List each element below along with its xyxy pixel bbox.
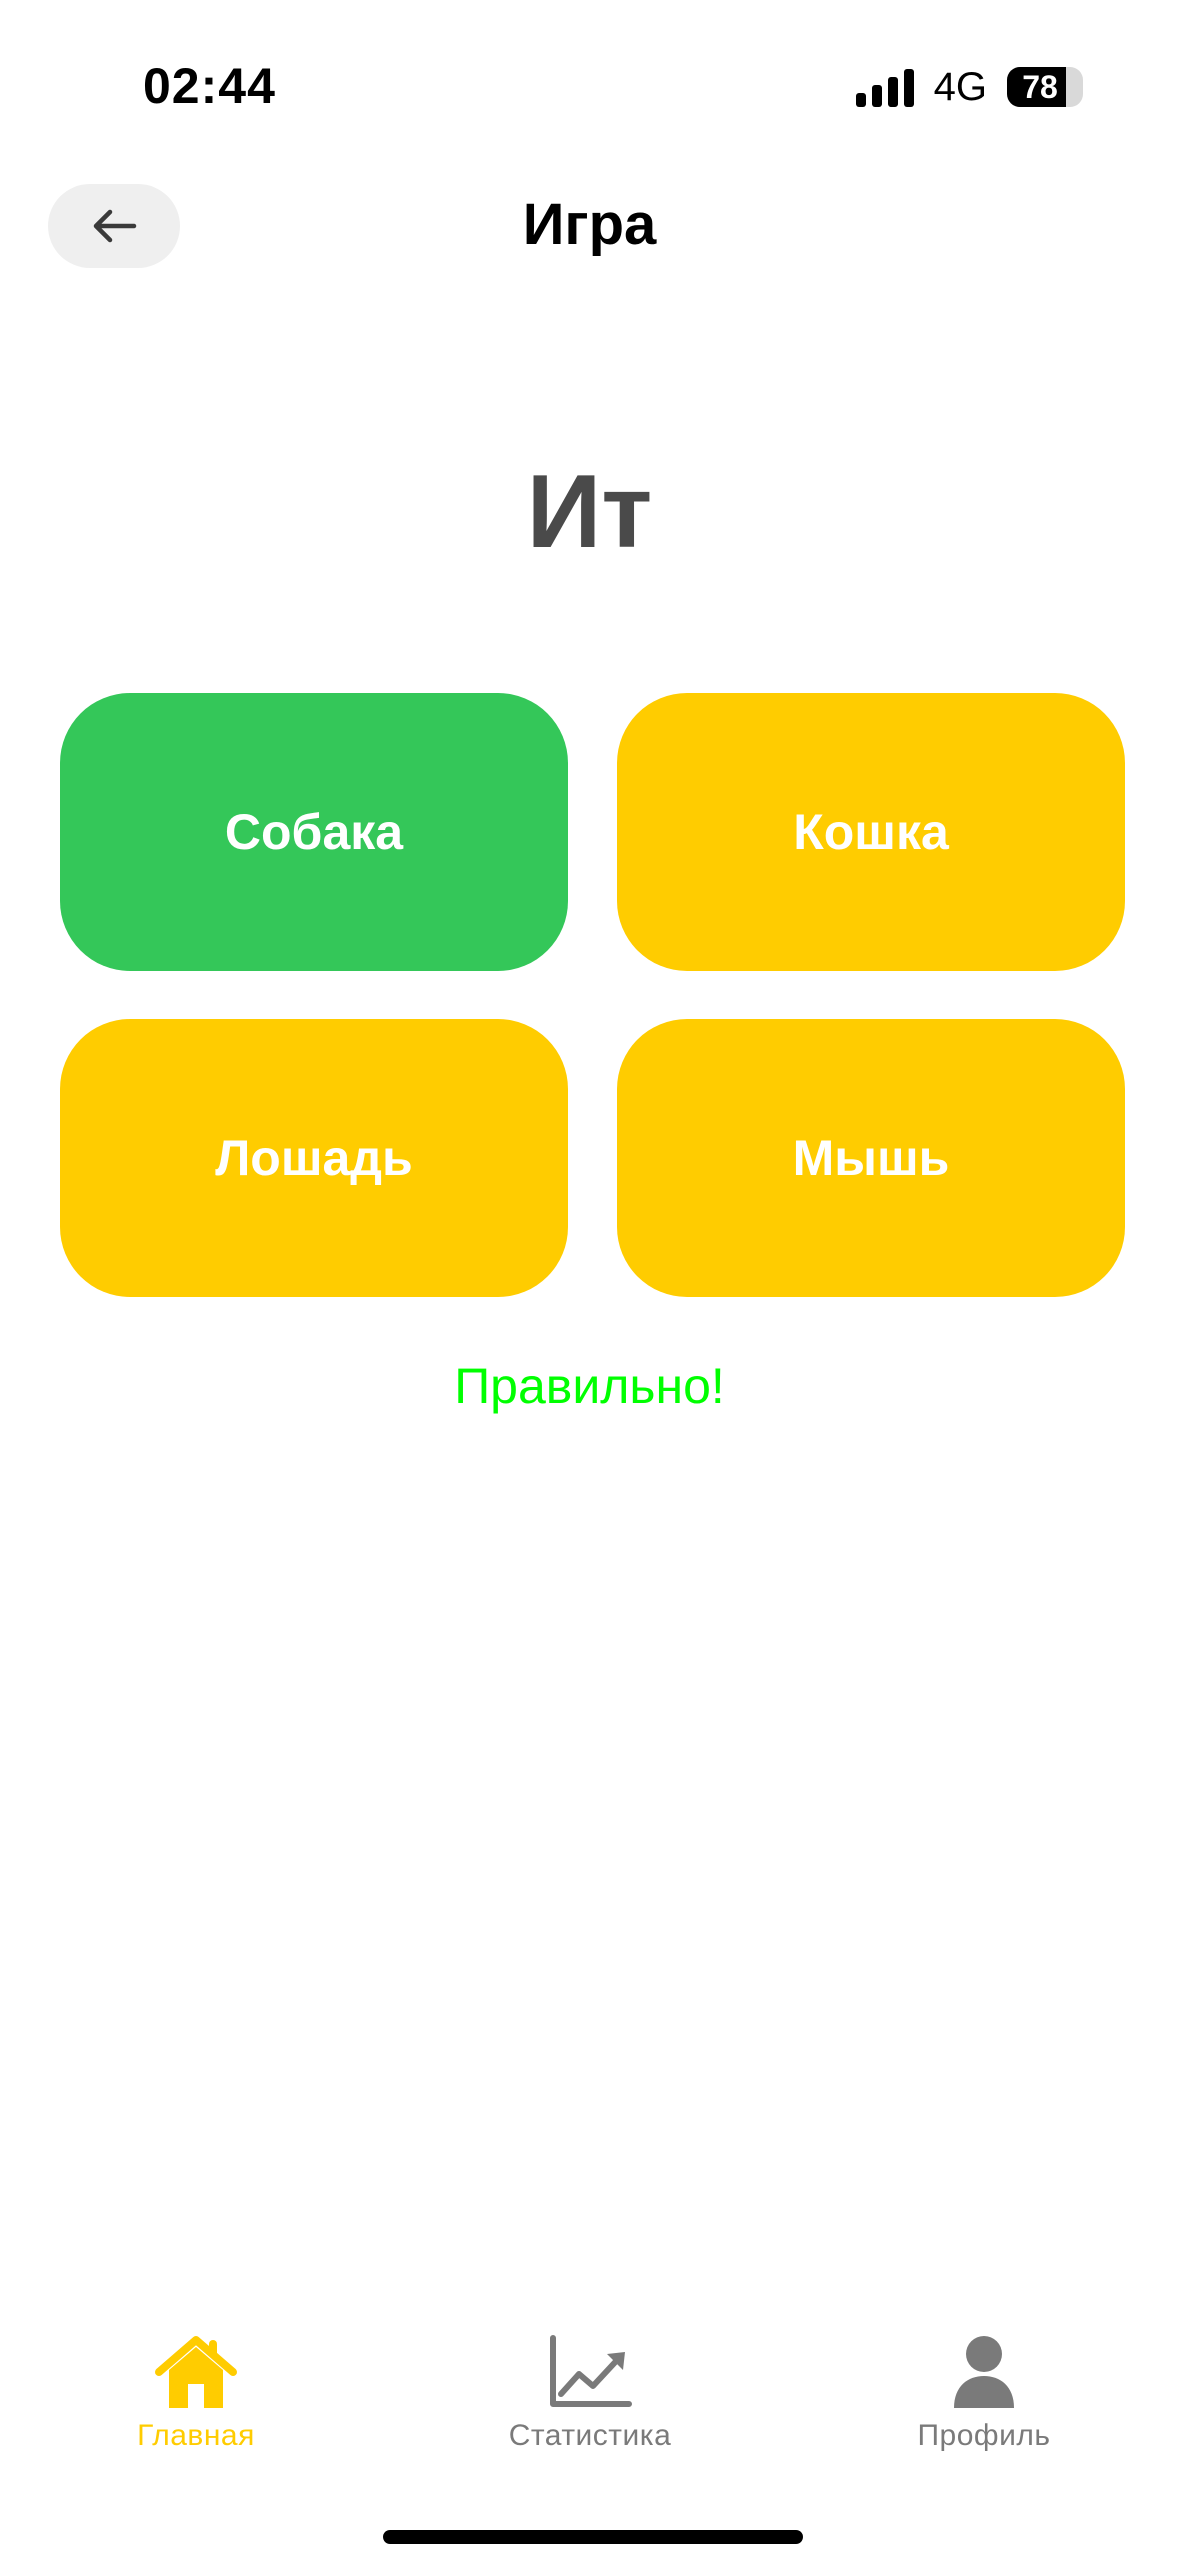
status-indicators: 4G 78	[855, 62, 1083, 112]
answer-button-2[interactable]: Кошка	[617, 693, 1125, 971]
network-type: 4G	[933, 65, 987, 109]
answer-button-1[interactable]: Собака	[60, 693, 568, 971]
tab-statistics[interactable]: Статистика	[460, 2332, 720, 2456]
battery-icon: 78	[1007, 67, 1083, 107]
tab-label-profile: Профиль	[917, 2419, 1051, 2452]
person-icon	[939, 2332, 1029, 2412]
tab-label-home: Главная	[137, 2419, 255, 2452]
status-time: 02:44	[143, 58, 276, 114]
game-word: Ит	[526, 454, 653, 570]
tab-label-statistics: Статистика	[508, 2419, 672, 2452]
page-title: Игра	[522, 192, 657, 257]
home-icon	[151, 2332, 241, 2412]
feedback-message: Правильно!	[454, 1358, 725, 1414]
answer-button-3[interactable]: Лошадь	[60, 1019, 568, 1297]
tab-home[interactable]: Главная	[66, 2332, 326, 2456]
chart-icon	[545, 2332, 635, 2412]
signal-icon	[855, 67, 914, 107]
battery-level: 78	[1022, 69, 1058, 105]
answer-button-4[interactable]: Мышь	[617, 1019, 1125, 1297]
tab-profile[interactable]: Профиль	[854, 2332, 1114, 2456]
home-indicator	[383, 2530, 803, 2544]
